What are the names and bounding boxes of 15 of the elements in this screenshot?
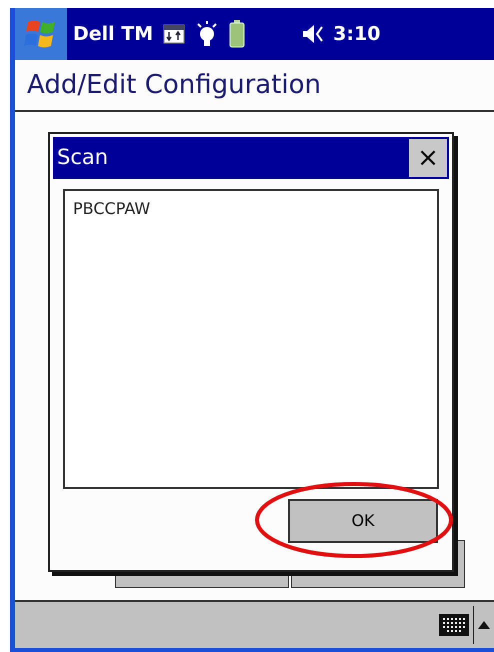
lightbulb-icon — [195, 20, 220, 48]
windows-flag-icon — [24, 18, 58, 50]
page-title: Add/Edit Configuration — [27, 68, 322, 102]
clock-time[interactable]: 3:10 — [333, 20, 380, 48]
ok-button[interactable]: OK — [288, 499, 438, 543]
keyboard-icon[interactable] — [439, 614, 469, 636]
up-arrow-icon[interactable] — [478, 621, 490, 629]
scanned-value: PBCCPAW — [73, 199, 150, 218]
network-icon — [163, 24, 186, 44]
close-button[interactable]: × — [409, 139, 447, 177]
start-button[interactable] — [15, 8, 67, 60]
dialog-title: Scan — [57, 144, 108, 172]
battery-icon — [229, 20, 246, 48]
scan-text-area[interactable]: PBCCPAW — [63, 189, 439, 489]
app-title: Dell TM — [73, 22, 154, 47]
